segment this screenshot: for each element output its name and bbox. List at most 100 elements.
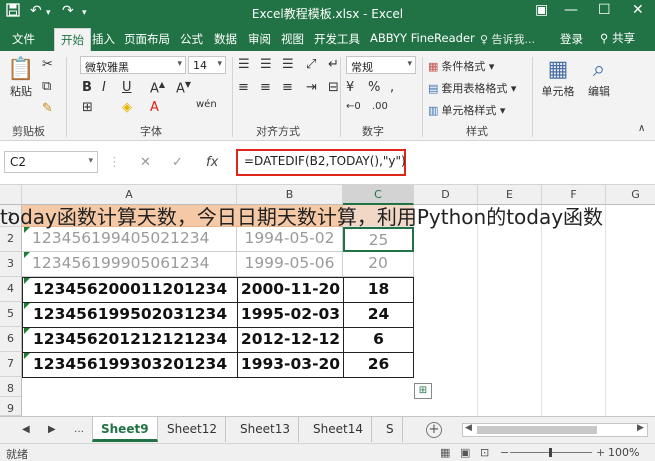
normal-view-icon[interactable]: ▦ — [440, 446, 450, 459]
tab-review[interactable]: 审阅 — [248, 31, 271, 47]
cell-b6[interactable]: 2012-12-12 — [237, 327, 344, 353]
orientation-icon[interactable]: ⤢ — [306, 57, 316, 72]
ribbon-display-icon[interactable]: ▣ — [535, 2, 548, 18]
currency-icon[interactable]: ¥ — [346, 80, 354, 95]
next-sheet-icon[interactable]: ▶ — [48, 424, 56, 435]
increase-font-icon[interactable]: A▲ — [150, 80, 165, 96]
zoom-in-icon[interactable]: + — [596, 446, 605, 459]
cell-b3[interactable]: 1999-05-06 — [237, 252, 343, 277]
tell-me-search[interactable]: ♀ 告诉我... — [480, 31, 535, 47]
error-indicator-icon[interactable] — [24, 328, 30, 334]
zoom-out-icon[interactable]: − — [500, 446, 509, 459]
border-icon[interactable]: ⊞ — [82, 100, 93, 115]
tab-insert[interactable]: 插入 — [92, 31, 115, 47]
row-header[interactable]: 5 — [0, 302, 22, 327]
cancel-entry-button[interactable]: ✕ — [140, 155, 151, 170]
tab-abbyy[interactable]: ABBYY FineReader — [370, 31, 475, 45]
tab-page-layout[interactable]: 页面布局 — [124, 31, 170, 47]
scroll-left-icon[interactable]: ◀ — [465, 423, 472, 433]
cell-a4[interactable]: 123456200011201234 — [22, 277, 238, 303]
insert-function-button[interactable]: fx — [206, 155, 218, 170]
cell-a2[interactable]: 123456199405021234 — [22, 227, 237, 252]
quick-analysis-icon[interactable]: ⊞ — [414, 383, 432, 399]
add-sheet-button[interactable]: + — [426, 422, 442, 438]
bold-button[interactable]: B — [82, 80, 92, 95]
page-layout-view-icon[interactable]: ▣ — [460, 446, 470, 459]
merge-center-icon[interactable]: ⊟ — [328, 80, 339, 95]
tab-home[interactable]: 开始 — [54, 28, 91, 51]
indent-icon[interactable]: ⇥ — [306, 80, 317, 95]
row-header[interactable]: 2 — [0, 227, 22, 252]
row-header[interactable]: 3 — [0, 252, 22, 277]
page-break-view-icon[interactable]: ⊡ — [480, 446, 489, 459]
percent-icon[interactable]: % — [368, 80, 380, 95]
tab-formulas[interactable]: 公式 — [180, 31, 203, 47]
error-indicator-icon[interactable] — [24, 303, 30, 309]
cell-b7[interactable]: 1993-03-20 — [237, 352, 344, 378]
col-header-e[interactable]: E — [478, 185, 542, 205]
sheet-tab-sheet9[interactable]: Sheet9 — [92, 417, 158, 442]
align-top-icon[interactable]: ☰ — [238, 57, 250, 72]
increase-decimal-icon[interactable]: ←0 — [346, 101, 361, 112]
copy-icon[interactable]: ⧉ — [42, 79, 51, 94]
close-button[interactable]: ✕ — [632, 2, 644, 18]
align-bottom-icon[interactable]: ☰ — [282, 57, 294, 72]
align-center-icon[interactable]: ≡ — [260, 80, 271, 95]
format-as-table-button[interactable]: ▤ 套用表格格式 ▾ — [428, 80, 516, 96]
enter-entry-button[interactable]: ✓ — [172, 155, 183, 170]
error-indicator-icon[interactable] — [24, 353, 30, 359]
error-indicator-icon[interactable] — [24, 278, 30, 284]
cell-style-button[interactable]: ▥ 单元格样式 ▾ — [428, 102, 505, 118]
collapse-ribbon-icon[interactable]: ∧ — [638, 123, 645, 134]
cell-a3[interactable]: 123456199905061234 — [22, 252, 237, 277]
name-box[interactable]: C2 ▾ — [4, 151, 98, 173]
font-color-icon[interactable]: A — [150, 100, 159, 115]
scrollbar-thumb[interactable] — [477, 426, 597, 434]
error-indicator-icon[interactable] — [24, 252, 30, 258]
comma-style-icon[interactable]: , — [390, 80, 394, 95]
maximize-button[interactable]: ☐ — [598, 2, 611, 18]
cell-b2[interactable]: 1994-05-02 — [237, 227, 343, 252]
select-all-corner[interactable] — [0, 185, 22, 205]
font-name-select[interactable]: 微软雅黑 ▾ — [80, 56, 186, 74]
col-header-c[interactable]: C — [343, 185, 414, 205]
wrap-text-icon[interactable]: ↵ — [328, 57, 339, 72]
cut-icon[interactable]: ✂ — [42, 57, 53, 72]
prev-sheet-icon[interactable]: ◀ — [22, 424, 30, 435]
underline-button[interactable]: U — [122, 80, 132, 95]
cell-c5[interactable]: 24 — [343, 302, 414, 328]
cell-a7[interactable]: 123456199303201234 — [22, 352, 238, 378]
font-size-select[interactable]: 14 ▾ — [188, 56, 226, 74]
col-header-d[interactable]: D — [414, 185, 478, 205]
more-sheets-icon[interactable]: … — [74, 424, 84, 435]
col-header-b[interactable]: B — [237, 185, 343, 205]
horizontal-scrollbar[interactable]: ◀ ▶ — [462, 423, 648, 437]
col-header-f[interactable]: F — [542, 185, 606, 205]
scroll-right-icon[interactable]: ▶ — [637, 423, 644, 433]
cell-c7[interactable]: 26 — [343, 352, 414, 378]
decrease-font-icon[interactable]: A▼ — [176, 80, 191, 96]
tab-developer[interactable]: 开发工具 — [314, 31, 360, 47]
row-header[interactable]: 7 — [0, 352, 22, 377]
row-header[interactable]: 8 — [0, 377, 22, 397]
zoom-level[interactable]: 100% — [608, 446, 639, 459]
minimize-button[interactable]: — — [564, 2, 578, 18]
align-middle-icon[interactable]: ☰ — [260, 57, 272, 72]
sheet-tab-truncated[interactable]: S — [378, 417, 403, 442]
login-button[interactable]: 登录 — [560, 31, 583, 47]
cell-b4[interactable]: 2000-11-20 — [237, 277, 344, 303]
sheet-tab-sheet12[interactable]: Sheet12 — [159, 417, 226, 442]
cell-b5[interactable]: 1995-02-03 — [237, 302, 344, 328]
row-header[interactable]: 4 — [0, 277, 22, 302]
col-header-g[interactable]: G — [606, 185, 655, 205]
number-format-select[interactable]: 常规 ▾ — [346, 56, 416, 74]
cell-c4[interactable]: 18 — [343, 277, 414, 303]
cell-c2[interactable]: 25 — [343, 227, 414, 252]
align-right-icon[interactable]: ≡ — [282, 80, 293, 95]
row-header[interactable]: 9 — [0, 397, 22, 416]
paste-button[interactable]: 📋 粘贴 — [6, 57, 36, 99]
italic-button[interactable]: I — [102, 80, 106, 95]
worksheet-grid[interactable]: A B C D E F G 1 2 3 4 5 6 7 8 9 12345619… — [0, 185, 655, 416]
sheet-tab-sheet13[interactable]: Sheet13 — [232, 417, 299, 442]
cells-button[interactable]: ▦ 单元格 — [538, 57, 578, 99]
